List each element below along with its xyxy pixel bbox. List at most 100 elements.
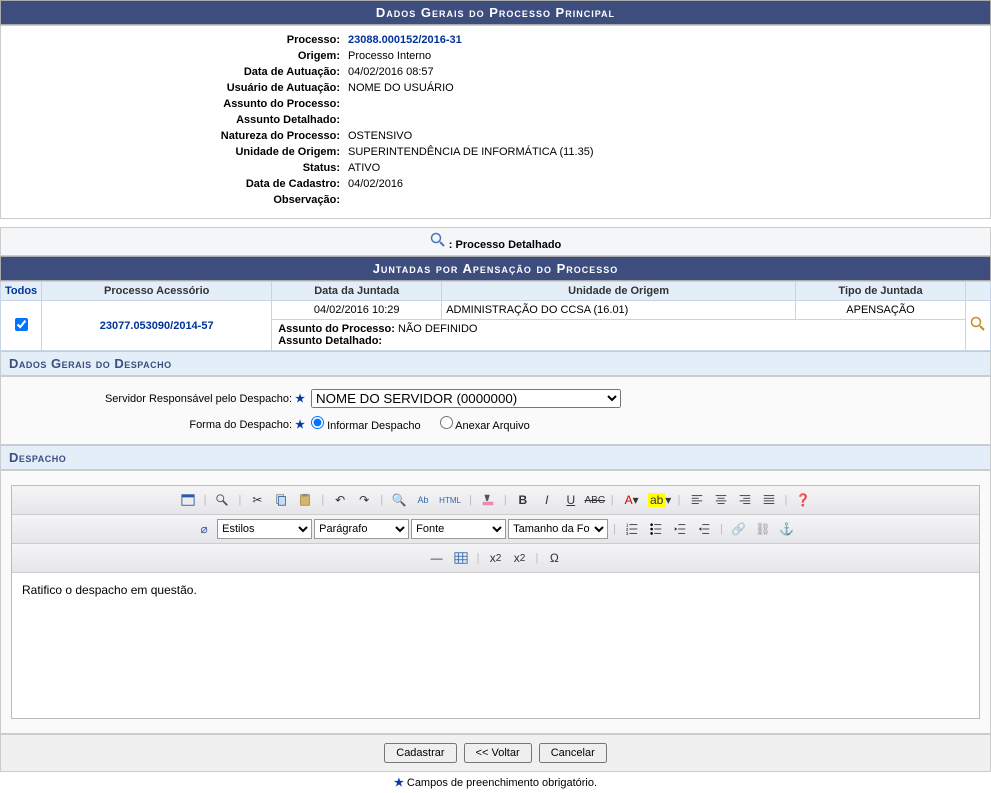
align-center-icon[interactable] [710, 490, 732, 510]
table-icon[interactable] [450, 548, 472, 568]
redo-icon[interactable]: ↷ [353, 490, 375, 510]
col-todos[interactable]: Todos [1, 282, 42, 301]
label-processo: Processo: [1, 34, 346, 46]
hr-icon[interactable]: — [426, 548, 448, 568]
voltar-button[interactable]: << Voltar [464, 743, 532, 763]
table-row: 23077.053090/2014-57 04/02/2016 10:29 AD… [1, 301, 991, 320]
col-data: Data da Juntada [272, 282, 442, 301]
cell-tipo: APENSAÇÃO [796, 301, 966, 320]
paragrafo-select[interactable]: Parágrafo [314, 519, 409, 539]
sub-assdet-label: Assunto Detalhado: [278, 335, 382, 347]
anchor-icon[interactable]: ⚓ [776, 519, 798, 539]
cell-data: 04/02/2016 10:29 [272, 301, 442, 320]
link-icon[interactable]: 🔗 [728, 519, 750, 539]
sub-assunto-label: Assunto do Processo: [278, 323, 395, 335]
value-status: ATIVO [346, 162, 990, 174]
label-datacad: Data de Cadastro: [1, 178, 346, 190]
toolbar-row1: | | ✂ | ↶ ↷ | 🔍 Ab HTML | | B I U ABC | … [12, 486, 979, 515]
italic-icon[interactable]: I [536, 490, 558, 510]
juntadas-table: Todos Processo Acessório Data da Juntada… [0, 281, 991, 351]
remove-format-icon[interactable] [477, 490, 499, 510]
superscript-icon[interactable]: x2 [509, 548, 531, 568]
col-unidade: Unidade de Origem [442, 282, 796, 301]
find-icon[interactable]: 🔍 [388, 490, 410, 510]
detail-label: : Processo Detalhado [449, 239, 561, 251]
underline-icon[interactable]: U [560, 490, 582, 510]
label-assunto: Assunto do Processo: [1, 98, 346, 110]
editor-wrapper: | | ✂ | ↶ ↷ | 🔍 Ab HTML | | B I U ABC | … [0, 470, 991, 734]
align-right-icon[interactable] [734, 490, 756, 510]
copy-icon[interactable] [270, 490, 292, 510]
list-num-icon[interactable]: 123 [621, 519, 643, 539]
cancelar-button[interactable]: Cancelar [539, 743, 607, 763]
cut-icon[interactable]: ✂ [246, 490, 268, 510]
form-area: Servidor Responsável pelo Despacho: ★ NO… [0, 376, 991, 445]
value-datacad: 04/02/2016 [346, 178, 990, 190]
estilos-select[interactable]: Estilos [217, 519, 312, 539]
toolbar-row3: — | x2 x2 | Ω [12, 544, 979, 573]
label-servidor: Servidor Responsável pelo Despacho: ★ [1, 392, 311, 405]
value-natureza: OSTENSIVO [346, 130, 990, 142]
proc-acessorio-link[interactable]: 23077.053090/2014-57 [100, 320, 214, 332]
view-icon[interactable] [970, 323, 986, 335]
label-assdet: Assunto Detalhado: [1, 114, 346, 126]
replace-icon[interactable]: Ab [412, 490, 434, 510]
bold-icon[interactable]: B [512, 490, 534, 510]
detail-toolbar: : Processo Detalhado [0, 227, 991, 256]
toolbar-row2: ⌀ Estilos Parágrafo Fonte Tamanho da Fo … [12, 515, 979, 544]
label-forma: Forma do Despacho: ★ [1, 418, 311, 431]
text-color-icon[interactable]: A▾ [619, 490, 645, 510]
unlink-icon[interactable]: ⛓ [752, 519, 774, 539]
cadastrar-button[interactable]: Cadastrar [384, 743, 456, 763]
col-processo: Processo Acessório [42, 282, 272, 301]
bg-color-icon[interactable]: ab▾ [647, 490, 673, 510]
symbol-icon[interactable]: Ω [543, 548, 565, 568]
value-assdet [346, 114, 990, 126]
label-origem: Origem: [1, 50, 346, 62]
general-data-block: Processo:23088.000152/2016-31 Origem:Pro… [0, 25, 991, 219]
button-bar: Cadastrar << Voltar Cancelar [0, 734, 991, 772]
list-bullet-icon[interactable] [645, 519, 667, 539]
rich-text-editor: | | ✂ | ↶ ↷ | 🔍 Ab HTML | | B I U ABC | … [11, 485, 980, 719]
subscript-icon[interactable]: x2 [485, 548, 507, 568]
row-checkbox[interactable] [15, 318, 28, 331]
help-icon[interactable]: ❓ [792, 490, 814, 510]
sub-assunto-value: NÃO DEFINIDO [398, 323, 477, 335]
radio-anexar[interactable] [440, 416, 453, 429]
value-usuaut: NOME DO USUÁRIO [346, 82, 990, 94]
col-action [966, 282, 991, 301]
fonte-select[interactable]: Fonte [411, 519, 506, 539]
despacho-section-title: Dados Gerais do Despacho [0, 351, 991, 376]
source-icon[interactable] [177, 490, 199, 510]
align-left-icon[interactable] [686, 490, 708, 510]
servidor-select[interactable]: NOME DO SERVIDOR (0000000) [311, 389, 621, 408]
undo-icon[interactable]: ↶ [329, 490, 351, 510]
value-assunto [346, 98, 990, 110]
value-obs [346, 194, 990, 206]
indent-icon[interactable] [693, 519, 715, 539]
value-origem: Processo Interno [346, 50, 990, 62]
tamanho-select[interactable]: Tamanho da Fo [508, 519, 608, 539]
footer-note: ★ Campos de preenchimento obrigatório. [0, 772, 991, 793]
html-icon[interactable]: HTML [436, 490, 464, 510]
svg-text:3: 3 [626, 531, 629, 536]
label-natureza: Natureza do Processo: [1, 130, 346, 142]
magnifier-icon[interactable] [430, 239, 446, 251]
preview-icon[interactable] [211, 490, 233, 510]
editor-content[interactable]: Ratifico o despacho em questão. [12, 573, 979, 718]
editor-section-title: Despacho [0, 445, 991, 470]
label-unidorig: Unidade de Origem: [1, 146, 346, 158]
radio-anexar-label[interactable]: Anexar Arquivo [440, 420, 530, 432]
align-justify-icon[interactable] [758, 490, 780, 510]
strike-icon[interactable]: ABC [584, 490, 606, 510]
link-style-icon[interactable]: ⌀ [193, 519, 215, 539]
value-processo[interactable]: 23088.000152/2016-31 [346, 34, 990, 46]
radio-informar-label[interactable]: Informar Despacho [311, 420, 421, 432]
label-usuaut: Usuário de Autuação: [1, 82, 346, 94]
label-obs: Observação: [1, 194, 346, 206]
paste-icon[interactable] [294, 490, 316, 510]
label-status: Status: [1, 162, 346, 174]
radio-informar[interactable] [311, 416, 324, 429]
value-unidorig: SUPERINTENDÊNCIA DE INFORMÁTICA (11.35) [346, 146, 990, 158]
outdent-icon[interactable] [669, 519, 691, 539]
